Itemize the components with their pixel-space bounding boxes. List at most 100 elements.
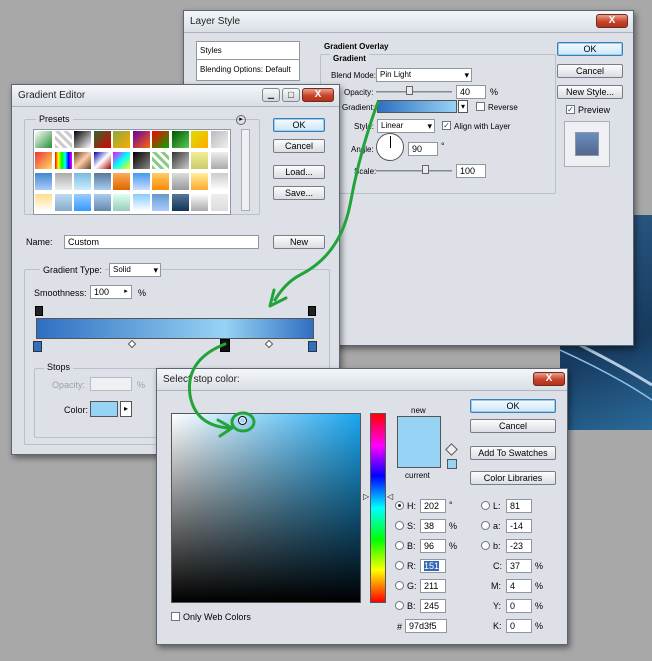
y-input[interactable]: 0	[506, 599, 532, 613]
opacity-slider[interactable]	[376, 91, 452, 93]
preset-swatch[interactable]	[93, 194, 112, 212]
preset-swatch[interactable]	[54, 194, 73, 212]
preset-swatch[interactable]	[191, 131, 209, 149]
radio-b-blue[interactable]	[395, 601, 404, 610]
preset-swatch[interactable]	[152, 173, 170, 191]
name-input[interactable]: Custom	[64, 235, 259, 249]
style-select[interactable]: Linear	[377, 119, 435, 133]
preset-swatch[interactable]	[210, 173, 229, 191]
preset-swatch[interactable]	[93, 152, 112, 170]
preset-swatch[interactable]	[171, 131, 190, 149]
gradient-type-select[interactable]: Solid	[109, 263, 161, 277]
preset-swatch[interactable]	[113, 194, 131, 212]
opacity-input[interactable]: 40	[456, 85, 486, 99]
color-field-cursor[interactable]	[238, 416, 247, 425]
color-libraries-button[interactable]: Color Libraries	[470, 471, 556, 485]
load-button[interactable]: Load...	[273, 165, 325, 179]
maximize-button[interactable]: ▢	[282, 88, 300, 102]
cancel-button[interactable]: Cancel	[557, 64, 623, 78]
preset-swatch[interactable]	[152, 194, 170, 212]
scale-slider[interactable]	[376, 170, 452, 172]
opacity-slider-thumb[interactable]	[406, 86, 413, 95]
preset-swatch[interactable]	[171, 194, 190, 212]
preset-swatch[interactable]	[132, 152, 151, 170]
smoothness-dropdown-icon[interactable]: ▸	[122, 287, 130, 297]
r-input[interactable]: 151	[420, 559, 446, 573]
new-button[interactable]: New	[273, 235, 325, 249]
ok-button[interactable]: OK	[273, 118, 325, 132]
add-to-swatches-button[interactable]: Add To Swatches	[470, 446, 556, 460]
preset-swatch[interactable]	[74, 194, 92, 212]
cancel-button[interactable]: Cancel	[273, 139, 325, 153]
preset-swatch[interactable]	[210, 131, 229, 149]
ok-button[interactable]: OK	[557, 42, 623, 56]
ok-button[interactable]: OK	[470, 399, 556, 413]
preset-swatch[interactable]	[210, 194, 229, 212]
preset-swatch[interactable]	[113, 152, 131, 170]
angle-input[interactable]: 90	[408, 142, 438, 156]
preset-swatch[interactable]	[35, 173, 53, 191]
close-button[interactable]: X	[302, 88, 334, 102]
angle-dial[interactable]	[376, 133, 404, 161]
reverse-checkbox[interactable]	[476, 102, 485, 111]
preset-swatch[interactable]	[171, 173, 190, 191]
opacity-stop-left[interactable]	[35, 306, 43, 316]
preset-swatch[interactable]	[171, 152, 190, 170]
preset-swatch[interactable]	[74, 173, 92, 191]
preset-swatch[interactable]	[210, 152, 229, 170]
stop-color-swatch[interactable]	[90, 401, 118, 417]
preset-swatch[interactable]	[113, 131, 131, 149]
b-brightness-input[interactable]: 96	[420, 539, 446, 553]
c-input[interactable]: 37	[506, 559, 532, 573]
only-web-colors-checkbox[interactable]	[171, 612, 180, 621]
preset-swatch[interactable]	[132, 173, 151, 191]
s-input[interactable]: 38	[420, 519, 446, 533]
a-input[interactable]: -14	[506, 519, 532, 533]
cancel-button[interactable]: Cancel	[470, 419, 556, 433]
close-button[interactable]: X	[533, 372, 565, 386]
preset-swatch[interactable]	[152, 152, 170, 170]
radio-l[interactable]	[481, 501, 490, 510]
preset-swatch[interactable]	[93, 173, 112, 191]
preset-swatch[interactable]	[74, 152, 92, 170]
preset-swatch[interactable]	[54, 152, 73, 170]
presets-scrollbar[interactable]	[241, 129, 250, 211]
preset-swatch[interactable]	[74, 131, 92, 149]
radio-r[interactable]	[395, 561, 404, 570]
stop-opacity-input[interactable]	[90, 377, 132, 391]
g-input[interactable]: 211	[420, 579, 446, 593]
preset-swatch[interactable]	[54, 131, 73, 149]
hue-arrow-right[interactable]: ◁	[387, 492, 393, 501]
minimize-button[interactable]: ▁	[262, 88, 280, 102]
color-field[interactable]	[171, 413, 361, 603]
scale-slider-thumb[interactable]	[422, 165, 429, 174]
stop-color-menu-icon[interactable]: ▸	[120, 401, 132, 417]
preset-swatch[interactable]	[35, 152, 53, 170]
color-stop-left[interactable]	[33, 341, 42, 352]
preset-swatch[interactable]	[93, 131, 112, 149]
color-stop-right[interactable]	[308, 341, 317, 352]
preset-swatch[interactable]	[54, 173, 73, 191]
preset-swatch[interactable]	[132, 131, 151, 149]
preset-swatch[interactable]	[191, 152, 209, 170]
m-input[interactable]: 4	[506, 579, 532, 593]
h-input[interactable]: 202	[420, 499, 446, 513]
preset-swatch[interactable]	[191, 173, 209, 191]
gradient-bar[interactable]	[36, 318, 314, 339]
preset-swatch[interactable]	[132, 194, 151, 212]
web-color-swatch-icon[interactable]	[447, 459, 457, 469]
new-style-button[interactable]: New Style...	[557, 85, 623, 99]
radio-g[interactable]	[395, 581, 404, 590]
preview-checkbox[interactable]: ✓	[566, 105, 575, 114]
hue-slider[interactable]	[370, 413, 386, 603]
hue-arrow-left[interactable]: ▷	[363, 492, 369, 501]
radio-b-brightness[interactable]	[395, 541, 404, 550]
sidebar-item-styles[interactable]: Styles	[197, 42, 299, 60]
sidebar-item-blending[interactable]: Blending Options: Default	[197, 61, 299, 79]
l-input[interactable]: 81	[506, 499, 532, 513]
radio-a[interactable]	[481, 521, 490, 530]
preset-swatch[interactable]	[35, 194, 53, 212]
gradient-preview-button[interactable]	[377, 100, 457, 113]
k-input[interactable]: 0	[506, 619, 532, 633]
lab-b-input[interactable]: -23	[506, 539, 532, 553]
